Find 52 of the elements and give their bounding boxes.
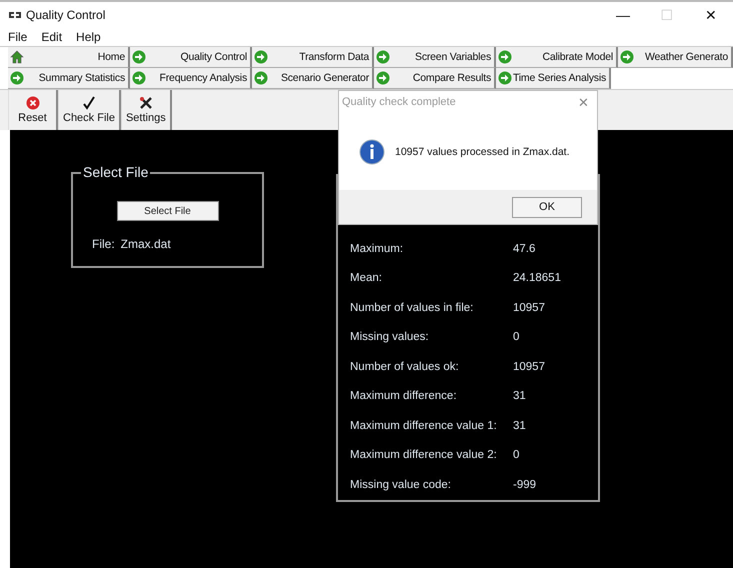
- nav-button[interactable]: Summary Statistics: [8, 68, 130, 89]
- stat-value: 31: [513, 420, 526, 432]
- file-name: Zmax.dat: [120, 237, 171, 251]
- stat-label: Maximum difference:: [350, 390, 458, 402]
- nav-button[interactable]: Screen Variables: [374, 47, 496, 68]
- stat-label: Missing value code:: [350, 478, 452, 491]
- nav-button[interactable]: Scenario Generator: [252, 68, 374, 89]
- file-label: File:: [92, 237, 115, 251]
- checkmark-icon: [82, 96, 96, 110]
- nav-button[interactable]: Compare Results: [374, 68, 496, 89]
- nav-button[interactable]: Frequency Analysis: [130, 68, 252, 89]
- close-button[interactable]: ✕: [578, 94, 589, 110]
- stat-label: Maximum difference value 2:: [350, 449, 498, 462]
- nav-button[interactable]: Time Series Analysis: [496, 68, 611, 89]
- stat-value: 0: [513, 449, 520, 462]
- stat-value: 31: [513, 390, 526, 402]
- settings-button[interactable]: Settings: [120, 90, 172, 130]
- stat-value: 10957: [513, 360, 545, 373]
- nav-button[interactable]: Weather Generato: [618, 47, 733, 68]
- ok-button[interactable]: OK: [512, 196, 582, 218]
- window-title: Quality Control: [26, 8, 106, 22]
- stat-label: Missing values:: [350, 331, 430, 344]
- stat-label: Number of values ok:: [350, 360, 460, 373]
- close-circle-icon: [26, 96, 40, 110]
- app-icon: [8, 9, 22, 21]
- dialog-message: 10957 values processed in Zmax.dat.: [395, 146, 570, 158]
- stat-value: 47.6: [513, 242, 536, 255]
- reset-button[interactable]: Reset: [8, 90, 58, 130]
- nav-button[interactable]: Calibrate Model: [496, 47, 618, 68]
- stat-value: 0: [513, 331, 520, 344]
- menu-item[interactable]: Help: [76, 30, 101, 44]
- stat-label: Number of values in file:: [350, 302, 474, 314]
- dialog-title: Quality check complete: [342, 96, 456, 108]
- window-button[interactable]: —: [601, 7, 645, 23]
- info-icon: [359, 138, 385, 164]
- stat-label: Mean:: [350, 272, 383, 284]
- stat-label: Maximum difference value 1:: [350, 420, 498, 432]
- home-icon: [10, 50, 24, 64]
- menu-item[interactable]: Edit: [41, 30, 62, 44]
- select-file-button[interactable]: Select File: [116, 201, 218, 221]
- nav-button[interactable]: Home: [8, 47, 130, 68]
- menu-item[interactable]: File: [8, 30, 28, 44]
- stat-value: 10957: [513, 302, 545, 314]
- stat-value: -999: [513, 478, 536, 491]
- window-button[interactable]: ✕: [689, 7, 733, 23]
- nav-button[interactable]: Transform Data: [252, 47, 374, 68]
- stat-label: Maximum:: [350, 242, 404, 255]
- nav-button[interactable]: Quality Control: [130, 47, 252, 68]
- check-button[interactable]: Check File: [58, 90, 121, 130]
- stat-value: 24.18651: [513, 272, 561, 284]
- group-title: Select File: [81, 164, 150, 180]
- tools-icon: [138, 96, 153, 110]
